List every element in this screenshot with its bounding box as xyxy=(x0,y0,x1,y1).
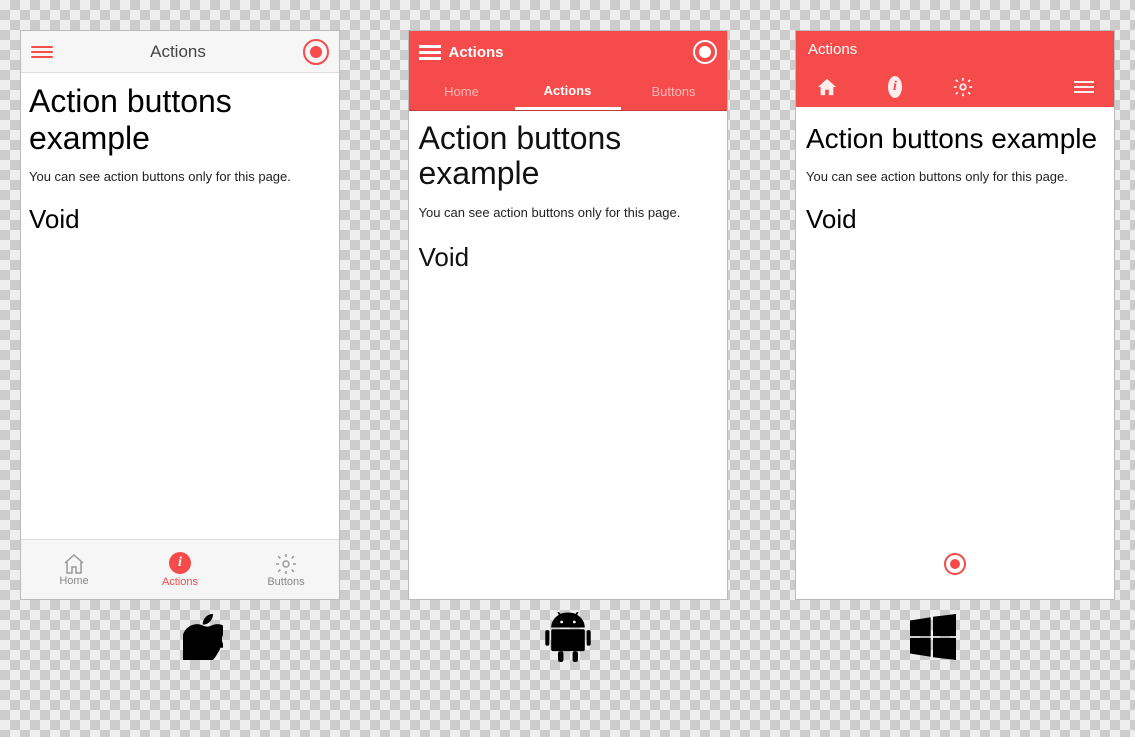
apple-logo-icon xyxy=(178,612,228,662)
device-android: Actions Home Actions Buttons Action butt… xyxy=(408,30,728,600)
windows-logo-icon xyxy=(908,612,958,662)
tab-actions[interactable]: Actions xyxy=(515,73,621,110)
home-icon[interactable] xyxy=(816,77,838,97)
info-icon[interactable]: i xyxy=(888,76,902,98)
ios-content: Action buttons example You can see actio… xyxy=(21,73,339,539)
content-heading: Action buttons example xyxy=(806,123,1104,155)
device-windows: Actions i Action buttons example You can… xyxy=(795,30,1115,600)
windows-header: Actions xyxy=(796,31,1114,67)
menu-icon[interactable] xyxy=(419,42,441,63)
windows-action-bar: i xyxy=(796,67,1114,107)
device-ios: Actions Action buttons example You can s… xyxy=(20,30,340,600)
tab-label: Buttons xyxy=(267,576,304,588)
record-action-icon[interactable] xyxy=(944,553,966,575)
content-heading: Action buttons example xyxy=(29,83,331,157)
content-subtext: You can see action buttons only for this… xyxy=(806,169,1104,184)
gear-icon[interactable] xyxy=(952,76,974,98)
content-subtext: You can see action buttons only for this… xyxy=(29,169,331,184)
menu-icon[interactable] xyxy=(31,43,53,61)
android-header: Actions xyxy=(409,31,727,73)
windows-bottom-bar xyxy=(806,539,1104,589)
page-title: Actions xyxy=(808,41,857,58)
android-tabs: Home Actions Buttons xyxy=(409,73,727,111)
tab-label: Home xyxy=(59,575,88,587)
content-subtext: You can see action buttons only for this… xyxy=(419,205,717,220)
tab-label: Actions xyxy=(162,576,198,588)
tab-home[interactable]: Home xyxy=(21,540,127,599)
page-title: Actions xyxy=(150,42,206,62)
windows-content: Action buttons example You can see actio… xyxy=(796,107,1114,599)
os-logo-row xyxy=(0,612,1135,662)
tab-buttons[interactable]: Buttons xyxy=(621,73,727,110)
home-icon xyxy=(62,553,86,575)
tab-actions[interactable]: i Actions xyxy=(127,540,233,599)
tab-home[interactable]: Home xyxy=(409,73,515,110)
menu-icon[interactable] xyxy=(1074,78,1094,96)
gear-icon xyxy=(274,552,298,576)
content-heading: Action buttons example xyxy=(419,121,717,191)
void-heading: Void xyxy=(419,242,717,273)
info-icon: i xyxy=(169,552,191,574)
void-heading: Void xyxy=(29,204,331,235)
page-title: Actions xyxy=(449,44,504,61)
tab-buttons[interactable]: Buttons xyxy=(233,540,339,599)
android-content: Action buttons example You can see actio… xyxy=(409,111,727,599)
android-logo-icon xyxy=(543,612,593,662)
void-heading: Void xyxy=(806,204,1104,235)
ios-tabbar: Home i Actions Buttons xyxy=(21,539,339,599)
record-action-icon[interactable] xyxy=(693,40,717,64)
device-comparison-stage: Actions Action buttons example You can s… xyxy=(0,0,1135,600)
record-action-icon[interactable] xyxy=(303,39,329,65)
ios-header: Actions xyxy=(21,31,339,73)
